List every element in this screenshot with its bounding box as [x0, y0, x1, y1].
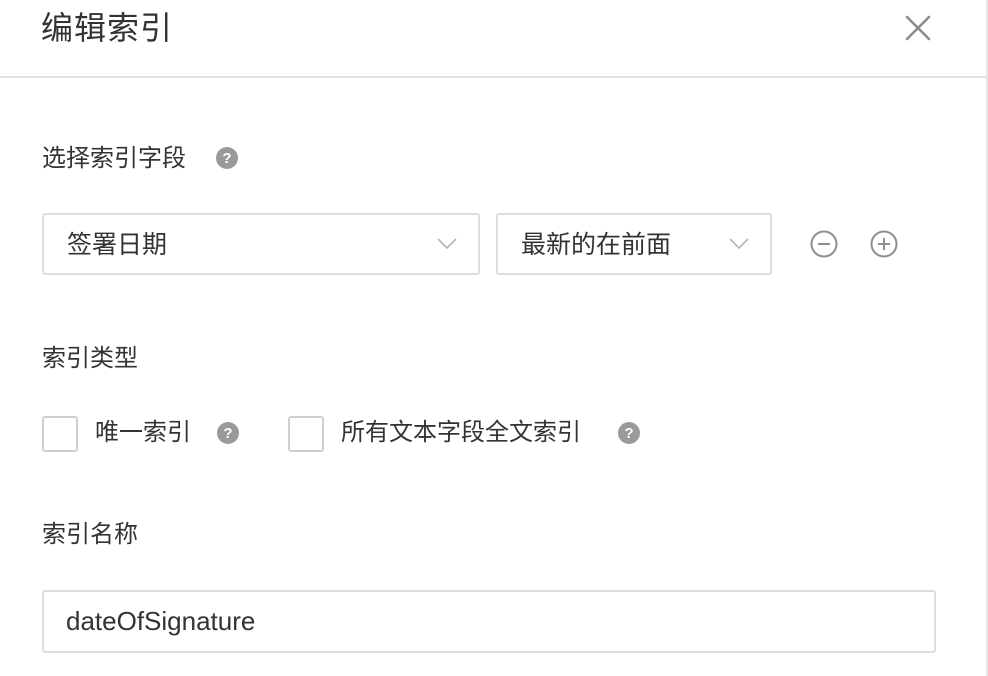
- sort-order-select[interactable]: 最新的在前面: [496, 213, 772, 275]
- field-select[interactable]: 签署日期: [42, 213, 480, 275]
- add-field-button[interactable]: [869, 229, 899, 259]
- unique-index-checkbox[interactable]: [42, 416, 78, 452]
- svg-text:?: ?: [624, 425, 633, 442]
- dialog-title: 编辑索引: [41, 9, 174, 47]
- fulltext-index-label: 所有文本字段全文索引: [341, 418, 581, 446]
- index-name-label: 索引名称: [42, 520, 138, 548]
- fulltext-index-checkbox[interactable]: [288, 416, 324, 452]
- plus-circle-icon: [870, 230, 898, 258]
- field-select-value: 签署日期: [67, 230, 168, 259]
- help-icon[interactable]: ?: [617, 421, 641, 445]
- chevron-down-icon: [728, 235, 750, 251]
- edit-index-dialog: 编辑索引 选择索引字段 ? 签署日期 最新的在前面 索引类型 唯一索引 ? 所有…: [0, 0, 988, 676]
- index-type-label: 索引类型: [42, 344, 138, 372]
- sort-order-select-value: 最新的在前面: [521, 230, 672, 259]
- unique-index-label: 唯一索引: [95, 418, 191, 446]
- remove-field-button[interactable]: [809, 229, 839, 259]
- svg-text:?: ?: [223, 425, 232, 442]
- dialog-header: 编辑索引: [0, 0, 986, 78]
- chevron-down-icon: [436, 235, 458, 251]
- minus-circle-icon: [810, 230, 838, 258]
- close-button[interactable]: [902, 12, 934, 44]
- svg-text:?: ?: [222, 150, 231, 167]
- help-icon[interactable]: ?: [216, 421, 240, 445]
- index-name-input[interactable]: [42, 590, 936, 653]
- close-icon: [905, 15, 931, 41]
- help-icon[interactable]: ?: [215, 146, 239, 170]
- select-index-field-label: 选择索引字段: [42, 144, 186, 172]
